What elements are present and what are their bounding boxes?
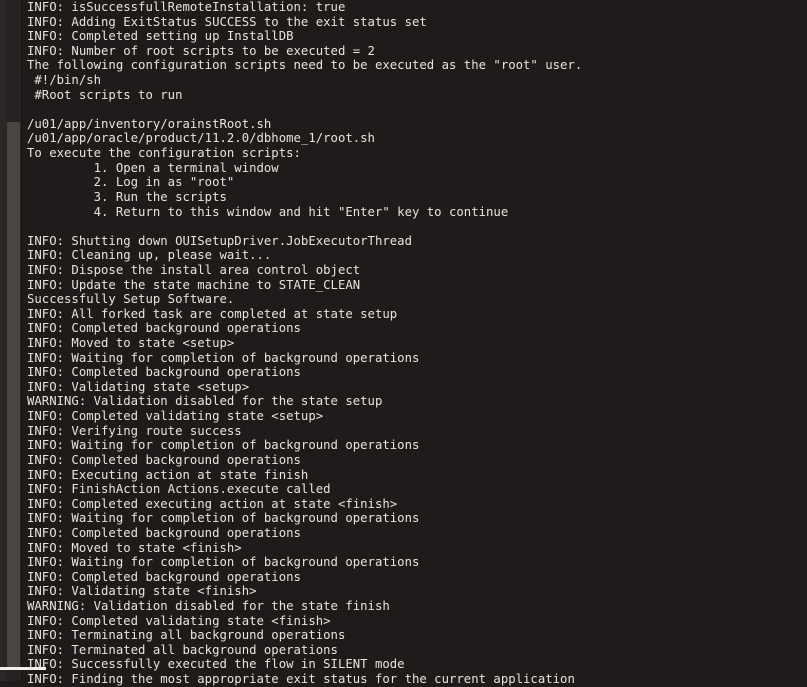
console-line: INFO: Executing action at state finish <box>27 467 309 482</box>
console-line: INFO: Cleaning up, please wait... <box>27 248 272 263</box>
console-line: INFO: FinishAction Actions.execute calle… <box>27 482 331 497</box>
vertical-scrollbar[interactable] <box>0 0 22 681</box>
console-line: INFO: Verifying route success <box>27 423 242 438</box>
console-line: INFO: Shutting down OUISetupDriver.JobEx… <box>27 233 412 248</box>
console-line: #!/bin/sh <box>27 73 102 88</box>
console-line: INFO: Completed background operations <box>27 365 301 380</box>
console-line: WARNING: Validation disabled for the sta… <box>27 394 383 409</box>
console-line: INFO: Completed background operations <box>27 452 301 467</box>
console-line: INFO: Completed executing action at stat… <box>27 496 398 511</box>
console-line: 1. Open a terminal window <box>27 160 279 175</box>
console-line: /u01/app/inventory/orainstRoot.sh <box>27 116 272 131</box>
console-line: INFO: Terminating all background operati… <box>27 628 346 643</box>
console-line: INFO: Waiting for completion of backgrou… <box>27 555 420 570</box>
console-line: INFO: isSuccessfullRemoteInstallation: t… <box>27 0 346 14</box>
console-line: INFO: Completed validating state <finish… <box>27 613 331 628</box>
console-line: 2. Log in as "root" <box>27 175 235 190</box>
console-line: INFO: Finding the most appropriate exit … <box>27 672 575 687</box>
console-output-text: INFO: isSuccessfullRemoteInstallation: t… <box>27 0 807 687</box>
console-line: The following configuration scripts need… <box>27 58 583 73</box>
console-line: INFO: Completed background operations <box>27 525 301 540</box>
console-line: INFO: Validating state <finish> <box>27 584 257 599</box>
console-line: Successfully Setup Software. <box>27 292 235 307</box>
console-line: INFO: Completed validating state <setup> <box>27 409 324 424</box>
console-line: INFO: Update the state machine to STATE_… <box>27 277 361 292</box>
console-line: INFO: Waiting for completion of backgrou… <box>27 511 420 526</box>
console-line: #Root scripts to run <box>27 87 183 102</box>
console-line: INFO: Waiting for completion of backgrou… <box>27 350 420 365</box>
console-line: INFO: Moved to state <finish> <box>27 540 242 555</box>
console-line: 3. Run the scripts <box>27 189 227 204</box>
console-line: INFO: Adding ExitStatus SUCCESS to the e… <box>27 14 427 29</box>
console-line: INFO: Completed setting up InstallDB <box>27 29 294 44</box>
console-line: INFO: All forked task are completed at s… <box>27 306 398 321</box>
console-line: INFO: Terminated all background operatio… <box>27 642 338 657</box>
console-line: INFO: Completed background operations <box>27 321 301 336</box>
console-line: INFO: Number of root scripts to be execu… <box>27 43 375 58</box>
console-line: To execute the configuration scripts: <box>27 146 301 161</box>
console-line: INFO: Completed background operations <box>27 569 301 584</box>
console-line: WARNING: Validation disabled for the sta… <box>27 598 390 613</box>
console-line: INFO: Waiting for completion of backgrou… <box>27 438 420 453</box>
console-line: 4. Return to this window and hit "Enter"… <box>27 204 509 219</box>
vertical-scrollbar-thumb[interactable] <box>7 122 20 667</box>
console-line: INFO: Dispose the install area control o… <box>27 262 361 277</box>
terminal-window: INFO: isSuccessfullRemoteInstallation: t… <box>0 0 807 686</box>
console-line: /u01/app/oracle/product/11.2.0/dbhome_1/… <box>27 131 375 146</box>
console-line: INFO: Successfully executed the flow in … <box>27 657 405 672</box>
console-line: INFO: Moved to state <setup> <box>27 336 235 351</box>
console-line: INFO: Validating state <setup> <box>27 379 250 394</box>
